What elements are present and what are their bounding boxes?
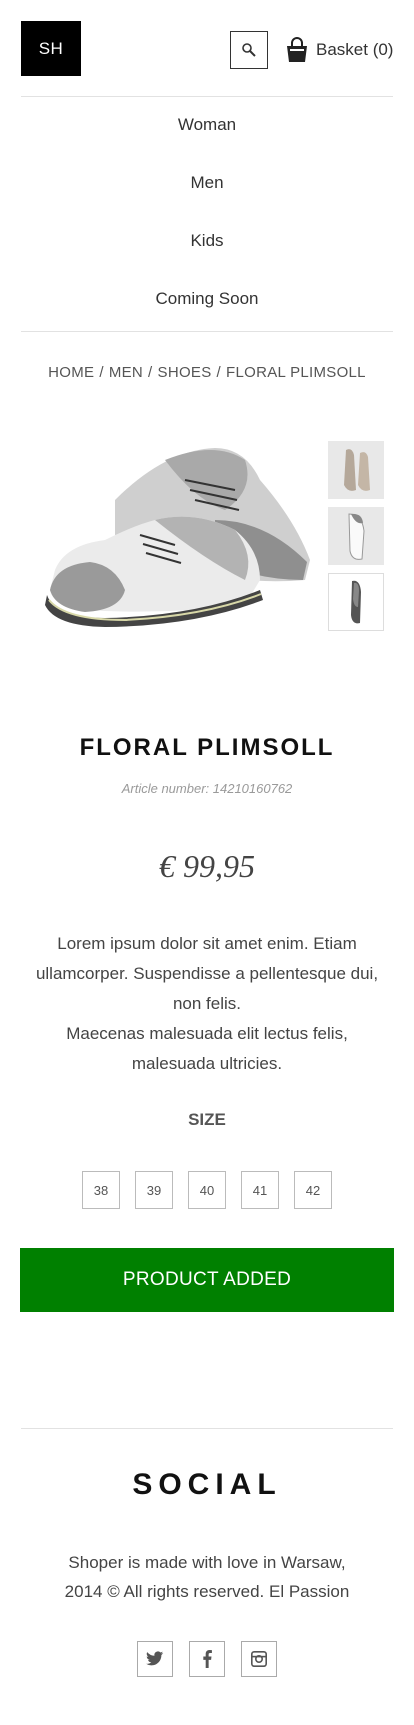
social-links — [137, 1641, 293, 1677]
social-heading: SOCIAL — [132, 1468, 282, 1501]
size-selector: 38 39 40 41 42 — [82, 1171, 347, 1209]
size-option-42[interactable]: 42 — [294, 1171, 332, 1209]
facebook-link[interactable] — [189, 1641, 225, 1677]
instagram-link[interactable] — [241, 1641, 277, 1677]
description-line: Maecenas malesuada elit lectus felis, — [66, 1024, 348, 1043]
product-description: Lorem ipsum dolor sit amet enim. Etiam u… — [21, 929, 393, 1079]
divider — [21, 331, 393, 332]
footer-text: Shoper is made with love in Warsaw, 2014… — [21, 1548, 393, 1606]
shopping-bag-icon — [287, 37, 307, 62]
footer-line: 2014 © All rights reserved. El Passion — [64, 1582, 350, 1601]
nav-item-coming-soon[interactable]: Coming Soon — [21, 289, 393, 309]
breadcrumb: HOME / MEN / SHOES / FLORAL PLIMSOLL — [48, 364, 366, 381]
thumbnail-shoe-image — [344, 449, 370, 491]
nav-item-woman[interactable]: Woman — [21, 115, 393, 135]
description-line: malesuada ultricies. — [131, 1054, 283, 1073]
breadcrumb-men[interactable]: MEN — [109, 364, 143, 381]
product-image — [45, 448, 310, 627]
nav-item-men[interactable]: Men — [21, 173, 393, 193]
size-option-40[interactable]: 40 — [188, 1171, 226, 1209]
size-option-39[interactable]: 39 — [135, 1171, 173, 1209]
basket-link[interactable]: Basket (0) — [284, 36, 393, 64]
facebook-icon — [203, 1650, 212, 1668]
breadcrumb-shoes[interactable]: SHOES — [158, 364, 212, 381]
search-button[interactable] — [230, 31, 268, 69]
thumbnail-shoe-image — [351, 580, 361, 624]
description-line: ullamcorper. Suspendisse a pellentesque … — [35, 964, 379, 983]
size-label: SIZE — [188, 1110, 226, 1129]
twitter-icon — [146, 1651, 164, 1666]
description-line: Lorem ipsum dolor sit amet enim. Etiam — [57, 934, 357, 953]
twitter-link[interactable] — [137, 1641, 173, 1677]
description-line: non felis. — [172, 994, 242, 1013]
logo[interactable]: SH — [21, 21, 81, 76]
thumbnail-shoe-image — [348, 513, 365, 560]
divider — [21, 1428, 393, 1429]
thumbnail-2[interactable] — [328, 507, 384, 565]
article-number: Article number: 14210160762 — [121, 781, 293, 796]
search-icon — [242, 43, 256, 57]
product-price: € 99,95 — [159, 848, 255, 884]
thumbnail-3[interactable] — [328, 573, 384, 631]
basket-label: Basket (0) — [316, 40, 394, 59]
instagram-icon — [251, 1651, 267, 1667]
divider — [21, 96, 393, 97]
add-to-basket-button[interactable]: PRODUCT ADDED — [20, 1248, 394, 1312]
thumbnail-1[interactable] — [328, 441, 384, 499]
size-option-41[interactable]: 41 — [241, 1171, 279, 1209]
footer-line: Shoper is made with love in Warsaw, — [68, 1553, 346, 1572]
size-option-38[interactable]: 38 — [82, 1171, 120, 1209]
nav-item-kids[interactable]: Kids — [21, 231, 393, 251]
breadcrumb-current: FLORAL PLIMSOLL — [226, 364, 366, 381]
breadcrumb-home[interactable]: HOME — [48, 364, 94, 381]
product-title: FLORAL PLIMSOLL — [79, 734, 335, 761]
